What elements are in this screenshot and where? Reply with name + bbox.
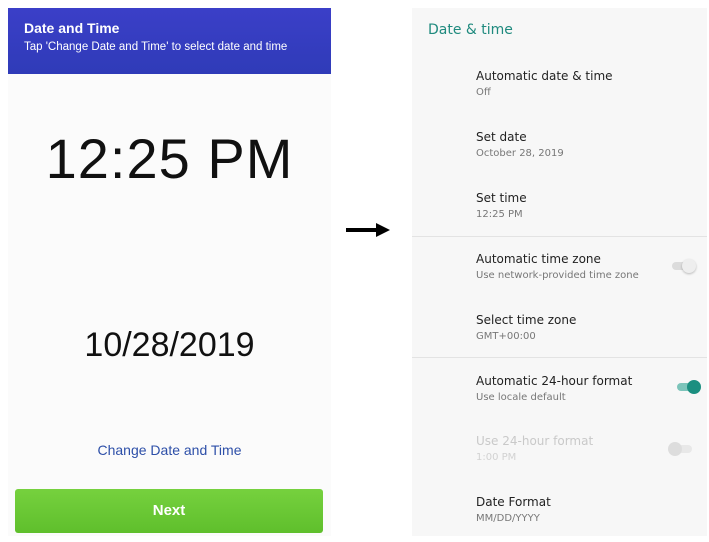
toggle-thumb [668, 442, 682, 456]
setting-summary: Use locale default [476, 392, 566, 403]
setting-label: Set time [476, 191, 527, 205]
setting-automatic-24-hour-format[interactable]: Automatic 24-hour format Use locale defa… [476, 374, 707, 403]
toggle-thumb [682, 259, 696, 273]
setting-summary: 12:25 PM [476, 209, 523, 220]
setting-label: Automatic 24-hour format [476, 374, 633, 388]
wizard-title: Date and Time [24, 20, 120, 36]
date-time-wizard-screen: Date and Time Tap 'Change Date and Time'… [8, 8, 331, 536]
setting-label: Set date [476, 130, 527, 144]
arrow-right-icon [346, 223, 390, 237]
section-divider [412, 357, 707, 358]
wizard-header: Date and Time Tap 'Change Date and Time'… [8, 8, 331, 74]
setting-set-date[interactable]: Set date October 28, 2019 [476, 130, 707, 159]
setting-label: Automatic date & time [476, 69, 613, 83]
setting-summary: MM/DD/YYYY [476, 513, 540, 524]
setting-automatic-date-time[interactable]: Automatic date & time Off [476, 69, 707, 98]
next-button[interactable]: Next [15, 489, 323, 533]
automatic-24-hour-format-toggle[interactable] [675, 380, 701, 394]
setting-set-time[interactable]: Set time 12:25 PM [476, 191, 707, 220]
toggle-thumb [687, 380, 701, 394]
setting-date-format[interactable]: Date Format MM/DD/YYYY [476, 495, 707, 524]
setting-summary: Off [476, 87, 491, 98]
section-divider [412, 236, 707, 237]
settings-title: Date & time [428, 22, 513, 38]
setting-summary: GMT+00:00 [476, 331, 536, 342]
setting-label: Date Format [476, 495, 551, 509]
current-time-display: 12:25 PM [45, 127, 294, 190]
setting-summary: October 28, 2019 [476, 148, 564, 159]
use-24-hour-format-toggle [668, 442, 694, 456]
setting-select-time-zone[interactable]: Select time zone GMT+00:00 [476, 313, 707, 342]
current-date-display: 10/28/2019 [84, 326, 255, 364]
change-date-time-link[interactable]: Change Date and Time [8, 442, 331, 458]
automatic-time-zone-toggle[interactable] [670, 259, 696, 273]
wizard-subtitle: Tap 'Change Date and Time' to select dat… [24, 41, 288, 53]
date-time-settings-screen: Date & time Automatic date & time Off Se… [412, 8, 707, 536]
setting-label: Select time zone [476, 313, 577, 327]
